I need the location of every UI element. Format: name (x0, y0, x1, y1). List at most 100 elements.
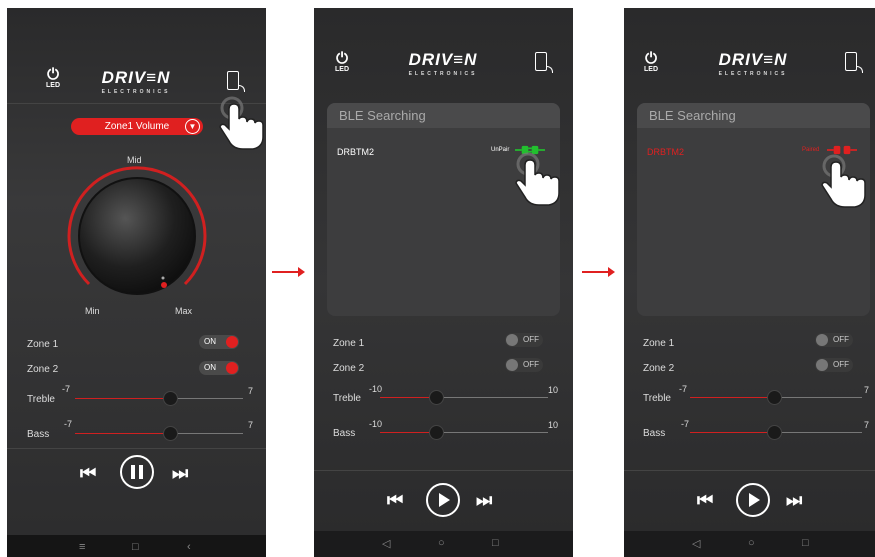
bass-max: 7 (864, 420, 870, 430)
power-icon: ⏻ (645, 50, 657, 67)
play-icon (749, 493, 760, 507)
treble-slider[interactable] (380, 390, 548, 405)
zone2-toggle[interactable]: ON (199, 361, 239, 375)
zone1-label: Zone 1 (27, 339, 59, 350)
bass-slider[interactable] (380, 425, 548, 440)
zone2-toggle-state: OFF (523, 360, 539, 369)
treble-slider[interactable] (690, 390, 862, 405)
ble-panel-title: BLE Searching (637, 103, 870, 128)
header-bar: ⏻ LED DRIV≡N ELECTRONICS (7, 8, 266, 103)
bluetooth-phone-icon[interactable] (845, 52, 863, 73)
treble-min: -7 (679, 384, 688, 394)
bass-slider[interactable] (690, 425, 862, 440)
power-icon: ⏻ (47, 66, 59, 83)
led-button[interactable]: ⏻ LED (638, 50, 664, 73)
skip-previous-icon[interactable]: ⏮ (387, 490, 403, 510)
nav-home-icon[interactable]: □ (132, 541, 139, 553)
screen-ble-paired: ⏻ LED DRIV≡N ELECTRONICS BLE Searching D… (624, 8, 875, 557)
logo-subtitle: ELECTRONICS (101, 89, 171, 95)
nav-home-icon[interactable]: ○ (748, 537, 755, 549)
nav-menu-icon[interactable]: ≡ (79, 541, 85, 553)
transport-divider (7, 448, 266, 449)
bass-slider-thumb[interactable] (429, 425, 444, 440)
bass-slider[interactable] (75, 426, 243, 441)
zone1-toggle[interactable]: OFF (505, 333, 543, 347)
zone1-label: Zone 1 (643, 338, 675, 349)
skip-previous-icon[interactable]: ⏮ (697, 490, 713, 510)
nav-recents-icon[interactable]: □ (492, 537, 499, 549)
pointing-hand-icon (515, 152, 560, 206)
bass-label: Bass (333, 428, 356, 439)
zone2-label: Zone 2 (643, 363, 675, 374)
zone2-toggle-state: ON (204, 363, 216, 372)
logo-text: DRIV≡N (408, 50, 478, 69)
bluetooth-phone-icon[interactable] (535, 52, 553, 73)
treble-max: 7 (248, 386, 254, 396)
ble-device-name[interactable]: DRBTM2 (647, 147, 684, 157)
treble-slider-thumb[interactable] (767, 390, 782, 405)
led-label: LED (335, 66, 349, 73)
zone1-toggle[interactable]: OFF (815, 333, 853, 347)
pointing-hand-icon (821, 154, 866, 208)
treble-max: 10 (548, 385, 559, 395)
zone2-label: Zone 2 (333, 363, 365, 374)
bass-label: Bass (27, 429, 50, 440)
transport-divider (314, 470, 573, 471)
zone2-label: Zone 2 (27, 364, 59, 375)
zone2-toggle[interactable]: OFF (815, 358, 853, 372)
zone2-toggle[interactable]: OFF (505, 358, 543, 372)
pause-icon (131, 465, 143, 479)
logo-text: DRIV≡N (718, 50, 788, 69)
zone1-toggle[interactable]: ON (199, 335, 239, 349)
bass-label: Bass (643, 428, 666, 439)
knob-label-max: Max (175, 306, 193, 316)
bass-max: 7 (248, 420, 254, 430)
play-button[interactable] (736, 483, 770, 517)
zone1-toggle-state: OFF (833, 335, 849, 344)
knob-label-mid: Mid (127, 155, 142, 165)
bass-min: -7 (681, 419, 690, 429)
zone2-toggle-state: OFF (833, 360, 849, 369)
skip-next-icon[interactable]: ⏭ (786, 490, 802, 510)
brand-logo: DRIV≡N ELECTRONICS (81, 68, 191, 95)
transport-divider (624, 470, 875, 471)
led-button[interactable]: ⏻ LED (329, 50, 355, 73)
screen-zone-volume: ⏻ LED DRIV≡N ELECTRONICS Zone1 Volume ▼ (7, 8, 266, 557)
treble-min: -7 (62, 384, 71, 394)
nav-back-icon[interactable]: ◁ (692, 537, 700, 550)
bass-slider-thumb[interactable] (163, 426, 178, 441)
nav-recents-icon[interactable]: □ (802, 537, 809, 549)
bass-min: -7 (64, 419, 73, 429)
play-icon (439, 493, 450, 507)
treble-slider[interactable] (75, 391, 243, 406)
bluetooth-phone-icon[interactable] (227, 71, 245, 92)
knob-graphic (67, 166, 207, 295)
play-button[interactable] (426, 483, 460, 517)
nav-home-icon[interactable]: ○ (438, 537, 445, 549)
brand-logo: DRIV≡N ELECTRONICS (698, 50, 808, 77)
logo-subtitle: ELECTRONICS (718, 71, 788, 77)
volume-knob[interactable] (67, 166, 207, 306)
skip-previous-icon[interactable]: ⏮ (80, 463, 96, 483)
zone1-toggle-state: OFF (523, 335, 539, 344)
skip-next-icon[interactable]: ⏭ (172, 463, 188, 483)
logo-subtitle: ELECTRONICS (408, 71, 478, 77)
pause-button[interactable] (120, 455, 154, 489)
nav-back-icon[interactable]: ◁ (382, 537, 390, 550)
led-button[interactable]: ⏻ LED (40, 66, 66, 89)
android-nav-bar: ≡ □ ‹ (7, 535, 266, 557)
bass-slider-thumb[interactable] (767, 425, 782, 440)
zone-select-dropdown[interactable]: Zone1 Volume ▼ (71, 118, 203, 135)
power-icon: ⏻ (336, 50, 348, 67)
treble-label: Treble (27, 394, 55, 405)
nav-back-icon[interactable]: ‹ (187, 541, 191, 553)
treble-slider-thumb[interactable] (429, 390, 444, 405)
led-label: LED (644, 66, 658, 73)
screen-ble-unpair: ⏻ LED DRIV≡N ELECTRONICS BLE Searching D… (314, 8, 573, 557)
ble-device-name[interactable]: DRBTM2 (337, 147, 374, 157)
treble-slider-thumb[interactable] (163, 391, 178, 406)
android-nav-bar: ◁ ○ □ (624, 531, 875, 557)
skip-next-icon[interactable]: ⏭ (476, 490, 492, 510)
chevron-down-icon: ▼ (185, 119, 200, 134)
zone1-label: Zone 1 (333, 338, 365, 349)
